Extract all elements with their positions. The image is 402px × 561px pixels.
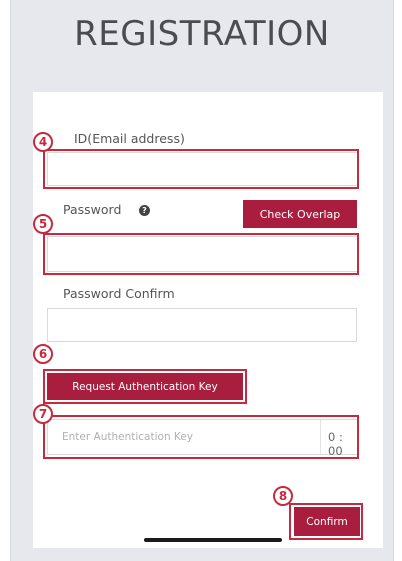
callout-number-4: 4 [33,132,53,152]
callout-box-confirm [289,503,363,540]
callout-number-5: 5 [33,214,53,234]
callout-box-auth-key [43,415,359,459]
callout-box-request-key [43,369,247,404]
help-icon[interactable]: ? [139,205,150,216]
home-indicator [144,538,282,542]
callout-number-8: 8 [273,486,293,506]
password-label: Password [63,202,122,217]
check-overlap-button[interactable]: Check Overlap [243,200,357,228]
phone-screen: REGISTRATION ID(Email address) Password … [10,0,394,561]
password-confirm-input[interactable] [47,308,357,342]
callout-number-6: 6 [33,344,53,364]
password-confirm-label: Password Confirm [63,286,175,301]
page-title: REGISTRATION [74,14,330,54]
callout-number-7: 7 [33,404,53,424]
callout-box-password [43,233,359,275]
callout-box-id [43,149,359,189]
id-label: ID(Email address) [74,131,185,146]
